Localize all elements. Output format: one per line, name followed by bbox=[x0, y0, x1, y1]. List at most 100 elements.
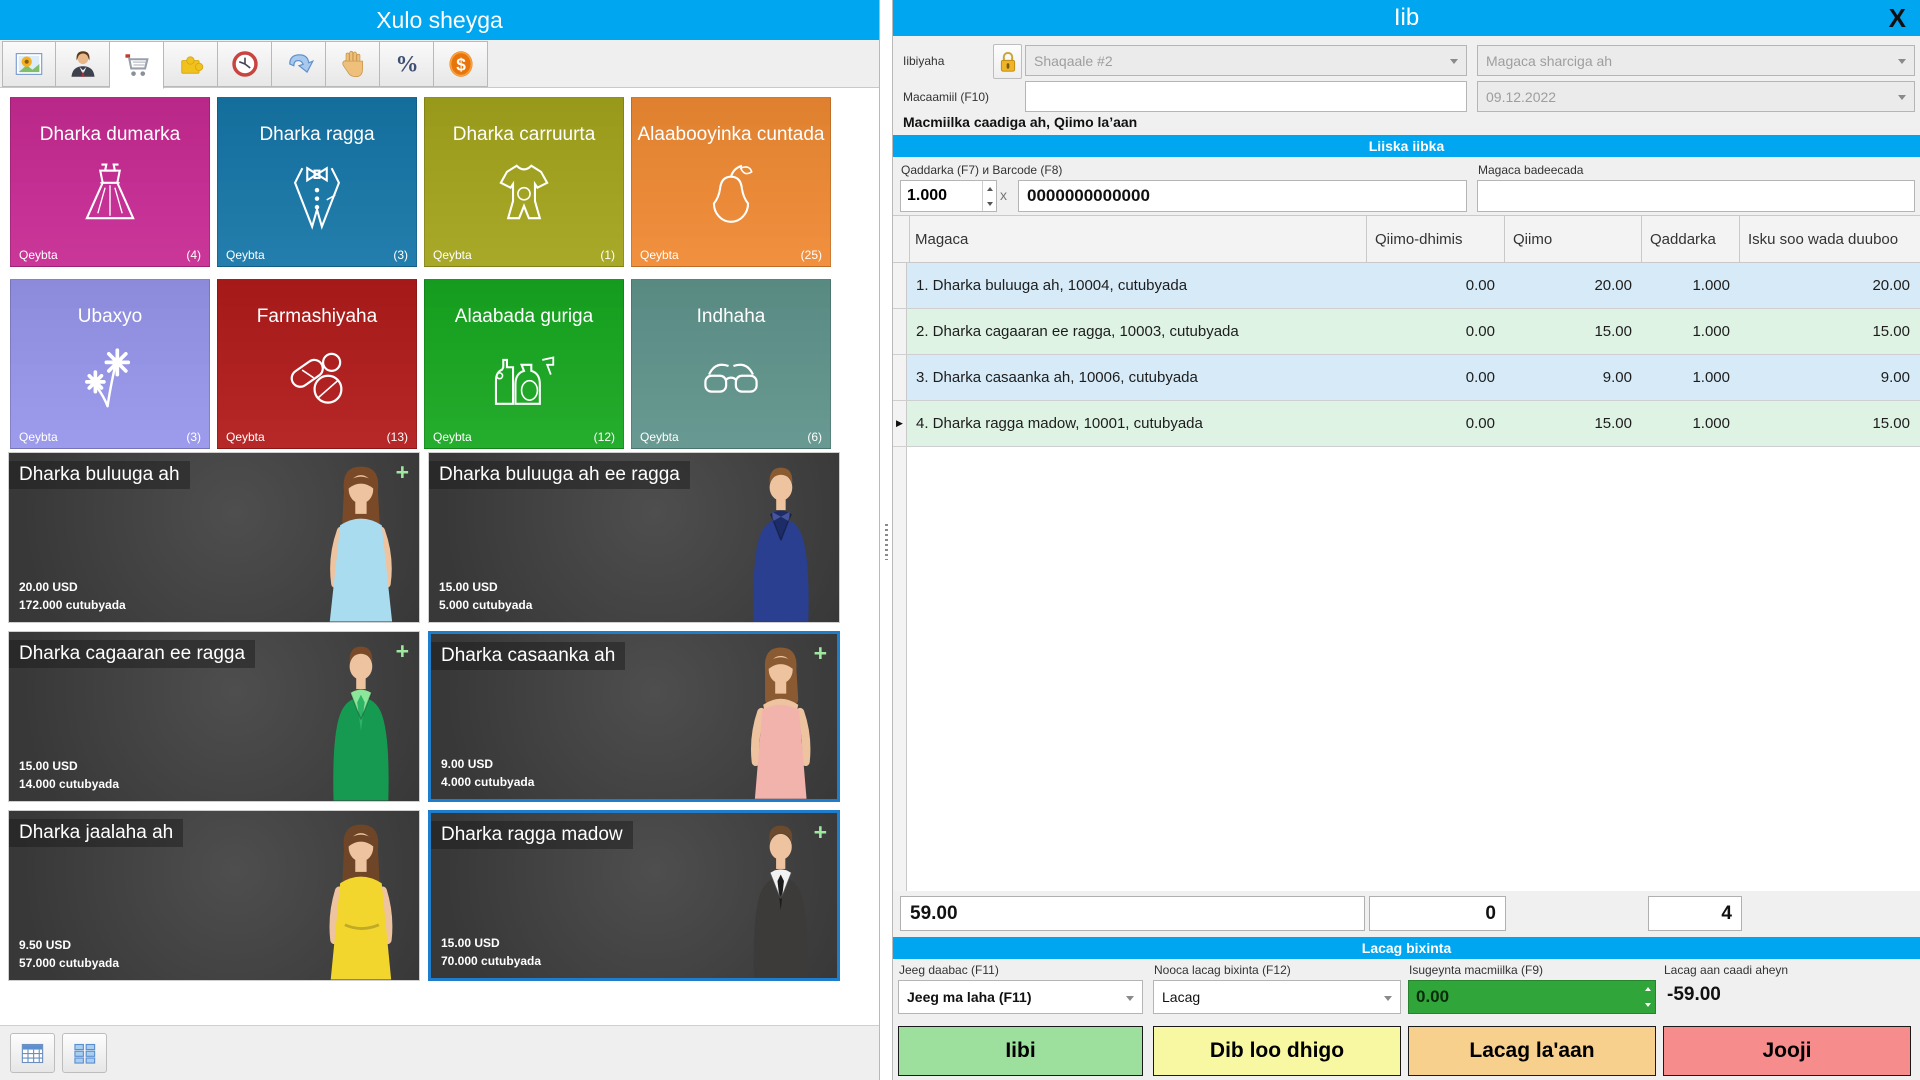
category-name: Dharka ragga bbox=[218, 124, 416, 146]
barcode-input[interactable] bbox=[1018, 180, 1467, 212]
cancel-button[interactable]: Jooji bbox=[1663, 1026, 1911, 1076]
row-name: 4. Dharka ragga madow, 10001, cutubyada bbox=[907, 401, 1367, 446]
row-name: 3. Dharka casaanka ah, 10006, cutubyada bbox=[907, 355, 1367, 400]
product-tile-dharka-buluuga-ah-ee-ragga[interactable]: Dharka buluuga ah ee ragga 15.00 USD5.00… bbox=[428, 452, 840, 623]
quantity-stepper[interactable] bbox=[900, 180, 997, 212]
category-tile-indhaha[interactable]: Indhaha Qeybta(6) bbox=[631, 279, 831, 449]
category-footer-label: Qeybta bbox=[640, 430, 679, 444]
category-name: Alaabooyinka cuntada bbox=[632, 124, 830, 146]
category-footer-label: Qeybta bbox=[226, 430, 265, 444]
pills-icon bbox=[278, 338, 356, 416]
cart-icon bbox=[122, 50, 152, 80]
category-tile-alaabooyinka-cuntada[interactable]: Alaabooyinka cuntada Qeybta(25) bbox=[631, 97, 831, 267]
product-tile-dharka-jaalaha-ah[interactable]: Dharka jaalaha ah 9.50 USD57.000 cutubya… bbox=[8, 810, 420, 981]
payment-type-value: Lacag bbox=[1162, 989, 1200, 1005]
legal-name-select[interactable]: Magaca sharciga ah bbox=[1477, 45, 1915, 76]
receipt-print-value: Jeeg ma laha (F11) bbox=[907, 989, 1032, 1005]
toolbar-button-hold[interactable] bbox=[326, 41, 380, 87]
category-count: (12) bbox=[594, 430, 615, 444]
toolbar-button-payment[interactable]: $ bbox=[434, 41, 488, 87]
category-tile-dharka-carruurta[interactable]: Dharka carruurta Qeybta(1) bbox=[424, 97, 624, 267]
category-count: (3) bbox=[186, 430, 201, 444]
toolbar-button-customer[interactable] bbox=[56, 41, 110, 87]
product-price: 15.00 USD bbox=[19, 758, 119, 775]
panel-splitter[interactable] bbox=[881, 0, 893, 1080]
product-tile-dharka-casaanka-ah[interactable]: Dharka casaanka ah + 9.00 USD4.000 cutub… bbox=[428, 631, 840, 802]
table-row[interactable]: 2. Dharka cagaaran ee ragga, 10003, cutu… bbox=[893, 309, 1920, 355]
quantity-input[interactable] bbox=[901, 181, 982, 211]
row-price: 9.00 bbox=[1505, 355, 1642, 400]
add-product-icon[interactable]: + bbox=[396, 640, 409, 663]
customer-input[interactable] bbox=[1025, 81, 1467, 112]
customer-total-stepper[interactable]: 0.00 bbox=[1408, 980, 1656, 1014]
item-picker-window: Xulo sheyga % bbox=[0, 0, 880, 1080]
toolbar-button-return[interactable] bbox=[272, 41, 326, 87]
column-header-qiimo-dhimis[interactable]: Qiimo-dhimis bbox=[1367, 216, 1505, 262]
toolbar-button-discount[interactable]: % bbox=[380, 41, 434, 87]
customer-icon bbox=[68, 49, 98, 79]
hold-sale-button[interactable]: Dib loo dhigo bbox=[1153, 1026, 1401, 1076]
add-product-icon[interactable]: + bbox=[814, 642, 827, 665]
column-header-qaddarka[interactable]: Qaddarka bbox=[1642, 216, 1740, 262]
lock-button[interactable] bbox=[993, 44, 1022, 79]
toolbar-button-pictures[interactable] bbox=[2, 41, 56, 87]
sell-button[interactable]: Iibi bbox=[898, 1026, 1143, 1076]
seller-value: Shaqaale #2 bbox=[1034, 53, 1113, 69]
sale-window: Iib X Iibiyaha Shaqaale #2 Magaca sharci… bbox=[893, 0, 1920, 1080]
row-total: 9.00 bbox=[1740, 355, 1920, 400]
customer-total-down-icon[interactable] bbox=[1640, 997, 1655, 1013]
quantity-up-icon[interactable] bbox=[983, 181, 996, 196]
seller-select[interactable]: Shaqaale #2 bbox=[1025, 45, 1467, 76]
table-row-current[interactable]: ▶ 4. Dharka ragga madow, 10001, cutubyad… bbox=[893, 401, 1920, 447]
row-qty: 1.000 bbox=[1642, 309, 1740, 354]
product-tile-dharka-ragga-madow[interactable]: Dharka ragga madow + 15.00 USD70.000 cut… bbox=[428, 810, 840, 981]
date-select[interactable]: 09.12.2022 bbox=[1477, 81, 1915, 112]
toolbar-button-plugins[interactable] bbox=[164, 41, 218, 87]
category-tile-dharka-ragga[interactable]: Dharka ragga Qeybta(3) bbox=[217, 97, 417, 267]
product-photo-woman-yellow-dress bbox=[309, 819, 413, 980]
seller-label: Iibiyaha bbox=[903, 54, 944, 68]
table-row[interactable]: 3. Dharka casaanka ah, 10006, cutubyada … bbox=[893, 355, 1920, 401]
receipt-print-select[interactable]: Jeeg ma laha (F11) bbox=[898, 980, 1143, 1014]
view-table-button[interactable] bbox=[10, 1033, 55, 1073]
product-tile-dharka-buluuga-ah[interactable]: Dharka buluuga ah + 20.00 USD172.000 cut… bbox=[8, 452, 420, 623]
toolbar-button-cart[interactable] bbox=[110, 41, 164, 89]
table-row[interactable]: 1. Dharka buluuga ah, 10004, cutubyada 0… bbox=[893, 263, 1920, 309]
totals-strip: 59.00 0 4 bbox=[893, 891, 1920, 937]
add-product-icon[interactable]: + bbox=[814, 821, 827, 844]
legal-name-value: Magaca sharciga ah bbox=[1486, 53, 1612, 69]
row-discount: 0.00 bbox=[1367, 309, 1505, 354]
category-tile-dharka-dumarka[interactable]: Dharka dumarka Qeybta(4) bbox=[10, 97, 210, 267]
splitter-grip-icon bbox=[885, 524, 888, 560]
view-tiles-button[interactable] bbox=[62, 1033, 107, 1073]
customer-total-up-icon[interactable] bbox=[1640, 981, 1655, 997]
row-price: 20.00 bbox=[1505, 263, 1642, 308]
pictures-icon bbox=[14, 49, 44, 79]
column-header-isku-soo-wada-duuboo[interactable]: Isku soo wada duuboo bbox=[1740, 216, 1920, 262]
pear-icon bbox=[692, 156, 770, 234]
product-search-input[interactable] bbox=[1477, 180, 1915, 212]
column-header-qiimo[interactable]: Qiimo bbox=[1505, 216, 1642, 262]
current-row-marker-icon: ▶ bbox=[893, 401, 907, 446]
category-name: Indhaha bbox=[632, 306, 830, 328]
add-product-icon[interactable]: + bbox=[396, 461, 409, 484]
product-grid: Dharka buluuga ah + 20.00 USD172.000 cut… bbox=[8, 452, 840, 981]
product-stock: 5.000 cutubyada bbox=[439, 597, 532, 614]
close-icon[interactable]: X bbox=[1889, 1, 1906, 35]
payment-type-select[interactable]: Lacag bbox=[1153, 980, 1401, 1014]
category-tile-farmashiyaha[interactable]: Farmashiyaha Qeybta(13) bbox=[217, 279, 417, 449]
total-items-count: 4 bbox=[1648, 896, 1742, 931]
total-discount: 0 bbox=[1369, 896, 1506, 931]
quantity-down-icon[interactable] bbox=[983, 196, 996, 211]
no-cash-button[interactable]: Lacag la'aan bbox=[1408, 1026, 1656, 1076]
product-tile-dharka-cagaaran-ee-ragga[interactable]: Dharka cagaaran ee ragga + 15.00 USD14.0… bbox=[8, 631, 420, 802]
toolbar-button-history[interactable] bbox=[218, 41, 272, 87]
category-tile-alaabada-guriga[interactable]: Alaabada guriga Qeybta(12) bbox=[424, 279, 624, 449]
hand-icon bbox=[338, 49, 368, 79]
column-header-magaca[interactable]: Magaca bbox=[907, 216, 1367, 262]
category-count: (1) bbox=[600, 248, 615, 262]
category-tile-ubaxyo[interactable]: Ubaxyo Qeybta(3) bbox=[10, 279, 210, 449]
product-name: Dharka jaalaha ah bbox=[9, 819, 183, 847]
row-qty: 1.000 bbox=[1642, 401, 1740, 446]
customer-total-value: 0.00 bbox=[1409, 981, 1640, 1013]
